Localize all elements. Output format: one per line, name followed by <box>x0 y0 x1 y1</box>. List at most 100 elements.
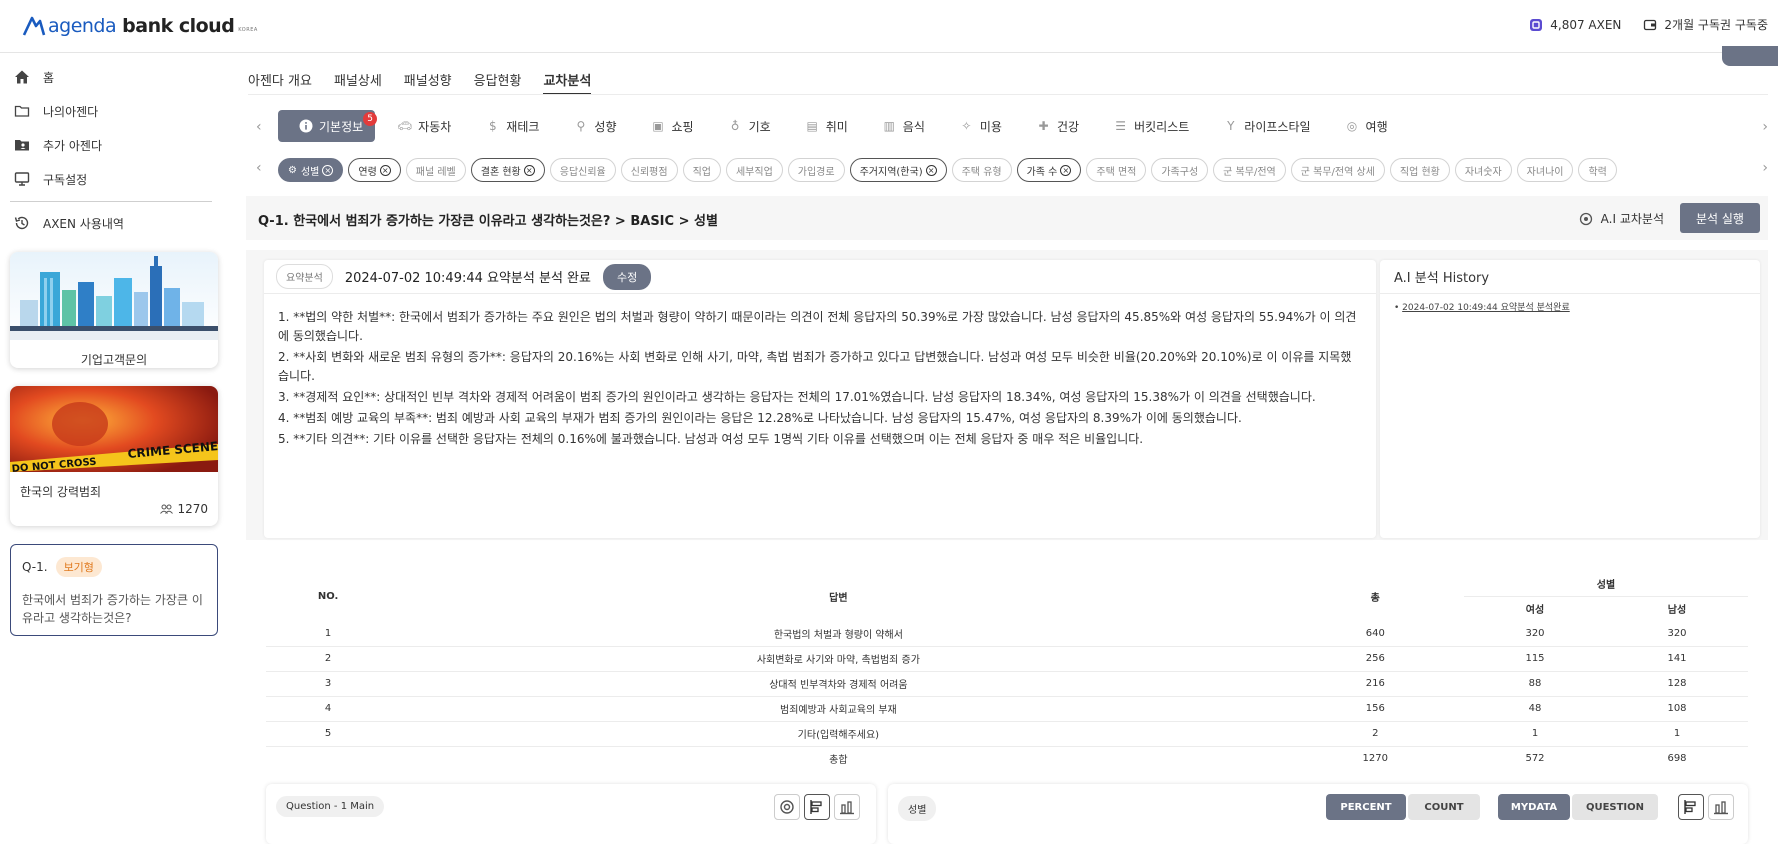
chip-gender[interactable]: ⚙︎ 성별 × <box>278 158 344 182</box>
chevron-left-icon[interactable]: ‹ <box>256 119 262 135</box>
close-icon[interactable]: × <box>1060 164 1072 176</box>
horizontal-bar-icon[interactable] <box>804 794 830 820</box>
mydata-button[interactable]: MYDATA <box>1498 794 1570 820</box>
filter-chip-row: ‹ ⚙︎ 성별 × 연령 × 패널 레벨 결혼 현황 × 응답신뢰율 신뢰평점 직업 세… <box>248 158 1768 184</box>
sidebar-item-label: 추가 아젠다 <box>43 138 103 153</box>
category-label: 건강 <box>1056 119 1080 134</box>
chip-education[interactable]: 학력 <box>1578 158 1617 182</box>
subscription-status[interactable]: 2개월 구독권 구독중 <box>1643 16 1768 33</box>
close-icon[interactable]: × <box>523 164 535 176</box>
summary-paragraph: 5. **기타 의견**: 기타 이유를 선택한 응답자는 전체의 0.16%에… <box>278 432 1144 446</box>
chip-job[interactable]: 직업 <box>682 158 721 182</box>
chip-children-count[interactable]: 자녀숫자 <box>1454 158 1512 182</box>
sidebar-item-my-agenda[interactable]: 나의아젠다 <box>0 94 222 128</box>
header-right: 4,807 AXEN 2개월 구독권 구독중 <box>1529 16 1778 33</box>
percent-button[interactable]: PERCENT <box>1326 794 1406 820</box>
chip-job-detail[interactable]: 세부직업 <box>725 158 783 182</box>
history-item-link[interactable]: 2024-07-02 10:49:44 요약분석 분석완료 <box>1402 303 1570 313</box>
sidebar-item-add-agenda[interactable]: 추가 아젠다 <box>0 128 222 162</box>
chip-family-structure[interactable]: 가족구성 <box>1151 158 1209 182</box>
chip-panel-level[interactable]: 패널 레벨 <box>405 158 466 182</box>
chevron-right-icon[interactable]: › <box>1762 160 1768 176</box>
category-list: 기본정보 5 🚗︎ 자동차 $ 재테크 ⚲ 성향 ▣ 쇼핑 ♁ 기호 ▤ 취미 ▥ 음식 ✧ 미… <box>278 110 1422 142</box>
category-hobby[interactable]: ▤ 취미 <box>805 118 848 135</box>
horizontal-bar-icon[interactable] <box>1678 794 1704 820</box>
summary-header: 요약분석 2024-07-02 10:49:44 요약분석 분석 완료 수정 <box>264 260 1376 294</box>
chip-housing-area[interactable]: 주택 면적 <box>1086 158 1147 182</box>
category-label: 기호 <box>748 119 771 134</box>
glass-icon: ♁ <box>730 119 740 133</box>
chart-panel-label: Question - 1 Main <box>276 796 385 817</box>
count-button[interactable]: COUNT <box>1408 794 1480 820</box>
question-button[interactable]: QUESTION <box>1572 794 1658 820</box>
tab-panel-tendency[interactable]: 패널성향 <box>404 70 452 95</box>
chip-marital-status[interactable]: 결혼 현황 × <box>470 158 545 182</box>
category-shopping[interactable]: ▣ 쇼핑 <box>651 118 693 135</box>
table-row: 5 기타(입력해주세요) 2 1 1 <box>266 721 1748 747</box>
history-item[interactable]: • 2024-07-02 10:49:44 요약분석 분석완료 <box>1394 300 1746 313</box>
category-label: 성향 <box>594 119 617 134</box>
category-preference[interactable]: ♁ 기호 <box>728 118 771 135</box>
sidebar-divider <box>10 201 212 202</box>
chip-trust-score[interactable]: 신뢰평점 <box>620 158 678 182</box>
axen-balance[interactable]: 4,807 AXEN <box>1529 18 1621 32</box>
close-icon[interactable]: × <box>379 164 391 176</box>
category-tendency[interactable]: ⚲ 성향 <box>573 118 617 135</box>
cell-male: 128 <box>1606 671 1748 697</box>
chevron-right-icon[interactable]: › <box>1762 119 1768 135</box>
run-analysis-button[interactable]: 분석 실행 <box>1680 203 1760 233</box>
tab-panel-detail[interactable]: 패널상세 <box>334 70 382 95</box>
tab-agenda-overview[interactable]: 아젠다 개요 <box>248 70 312 95</box>
category-basic-info[interactable]: 기본정보 5 <box>278 110 378 142</box>
cell-total: 216 <box>1286 671 1465 697</box>
sidebar-item-label: AXEN 사용내역 <box>43 216 124 231</box>
tab-response-status[interactable]: 응답현황 <box>474 70 522 95</box>
top-tabs: 아젠다 개요 패널상세 패널성향 응답현황 교차분석 <box>248 70 592 95</box>
header-tab-stub[interactable] <box>1722 46 1778 66</box>
category-lifestyle[interactable]: Y 라이프스타일 <box>1223 118 1310 135</box>
chip-residence[interactable]: 주거지역(한국) × <box>849 158 947 182</box>
sidebar-item-home[interactable]: 홈 <box>0 60 222 94</box>
question-card[interactable]: Q-1. 보기형 한국에서 범죄가 증가하는 가장큰 이유라고 생각하는것은? <box>10 544 218 636</box>
cell-female: 115 <box>1464 646 1606 672</box>
sidebar-item-subscription[interactable]: 구독설정 <box>0 162 222 196</box>
cell-male: 108 <box>1606 696 1748 722</box>
gear-icon: ⚙︎ <box>288 164 297 176</box>
chip-military[interactable]: 군 복무/전역 <box>1213 158 1286 182</box>
pie-chart-icon[interactable] <box>774 794 800 820</box>
chevron-left-icon[interactable]: ‹ <box>256 160 262 176</box>
category-finance[interactable]: $ 재테크 <box>485 118 539 135</box>
category-food[interactable]: ▥ 음식 <box>882 118 925 135</box>
question-number: Q-1. <box>22 560 48 574</box>
chip-children-age[interactable]: 자녀나이 <box>1516 158 1574 182</box>
chip-age[interactable]: 연령 × <box>348 158 401 182</box>
chip-family-size[interactable]: 가족 수 × <box>1016 158 1082 182</box>
category-bucket-list[interactable]: ☰ 버킷리스트 <box>1113 118 1189 135</box>
chip-military-detail[interactable]: 군 복무/전역 상세 <box>1290 158 1385 182</box>
chip-signup-path[interactable]: 가입경로 <box>787 158 845 182</box>
results-table: NO. 답변 총 성별 여성 남성 1 한국법의 처벌과 형량이 약해서 640… <box>266 571 1748 771</box>
history-title: A.I 분석 History <box>1380 260 1760 294</box>
chip-response-reliability[interactable]: 응답신뢰율 <box>549 158 616 182</box>
category-car[interactable]: 🚗︎ 자동차 <box>397 118 451 135</box>
vertical-bar-icon[interactable] <box>834 794 860 820</box>
chip-job-status[interactable]: 직업 현황 <box>1389 158 1450 182</box>
vertical-bar-icon[interactable] <box>1708 794 1734 820</box>
close-icon[interactable]: × <box>925 164 937 176</box>
sidebar-item-axen-usage[interactable]: AXEN 사용내역 <box>0 206 222 240</box>
logo[interactable]: agenda bank cloud KOREA <box>22 12 258 40</box>
edit-button[interactable]: 수정 <box>602 263 652 290</box>
chip-housing-type[interactable]: 주택 유형 <box>951 158 1012 182</box>
category-beauty[interactable]: ✧ 미용 <box>959 118 1002 135</box>
close-icon[interactable]: × <box>322 164 334 176</box>
tab-cross-analysis[interactable]: 교차분석 <box>543 70 592 95</box>
category-travel[interactable]: ◎ 여행 <box>1345 118 1388 135</box>
category-label: 취미 <box>825 119 848 134</box>
enterprise-inquiry-card[interactable]: 기업고객문의 <box>10 252 218 368</box>
category-health[interactable]: ✚ 건강 <box>1036 118 1079 135</box>
table-row: 1 한국법의 처벌과 형량이 약해서 640 320 320 <box>266 621 1748 647</box>
dollar-icon: $ <box>488 119 497 133</box>
cell-no: 2 <box>266 646 391 672</box>
agenda-card-crime[interactable]: CRIME SCENE DO NOT CROSS 한국의 강력범죄 1270 <box>10 386 218 526</box>
ai-cross-analysis-text: A.I 교차분석 <box>1600 212 1664 226</box>
